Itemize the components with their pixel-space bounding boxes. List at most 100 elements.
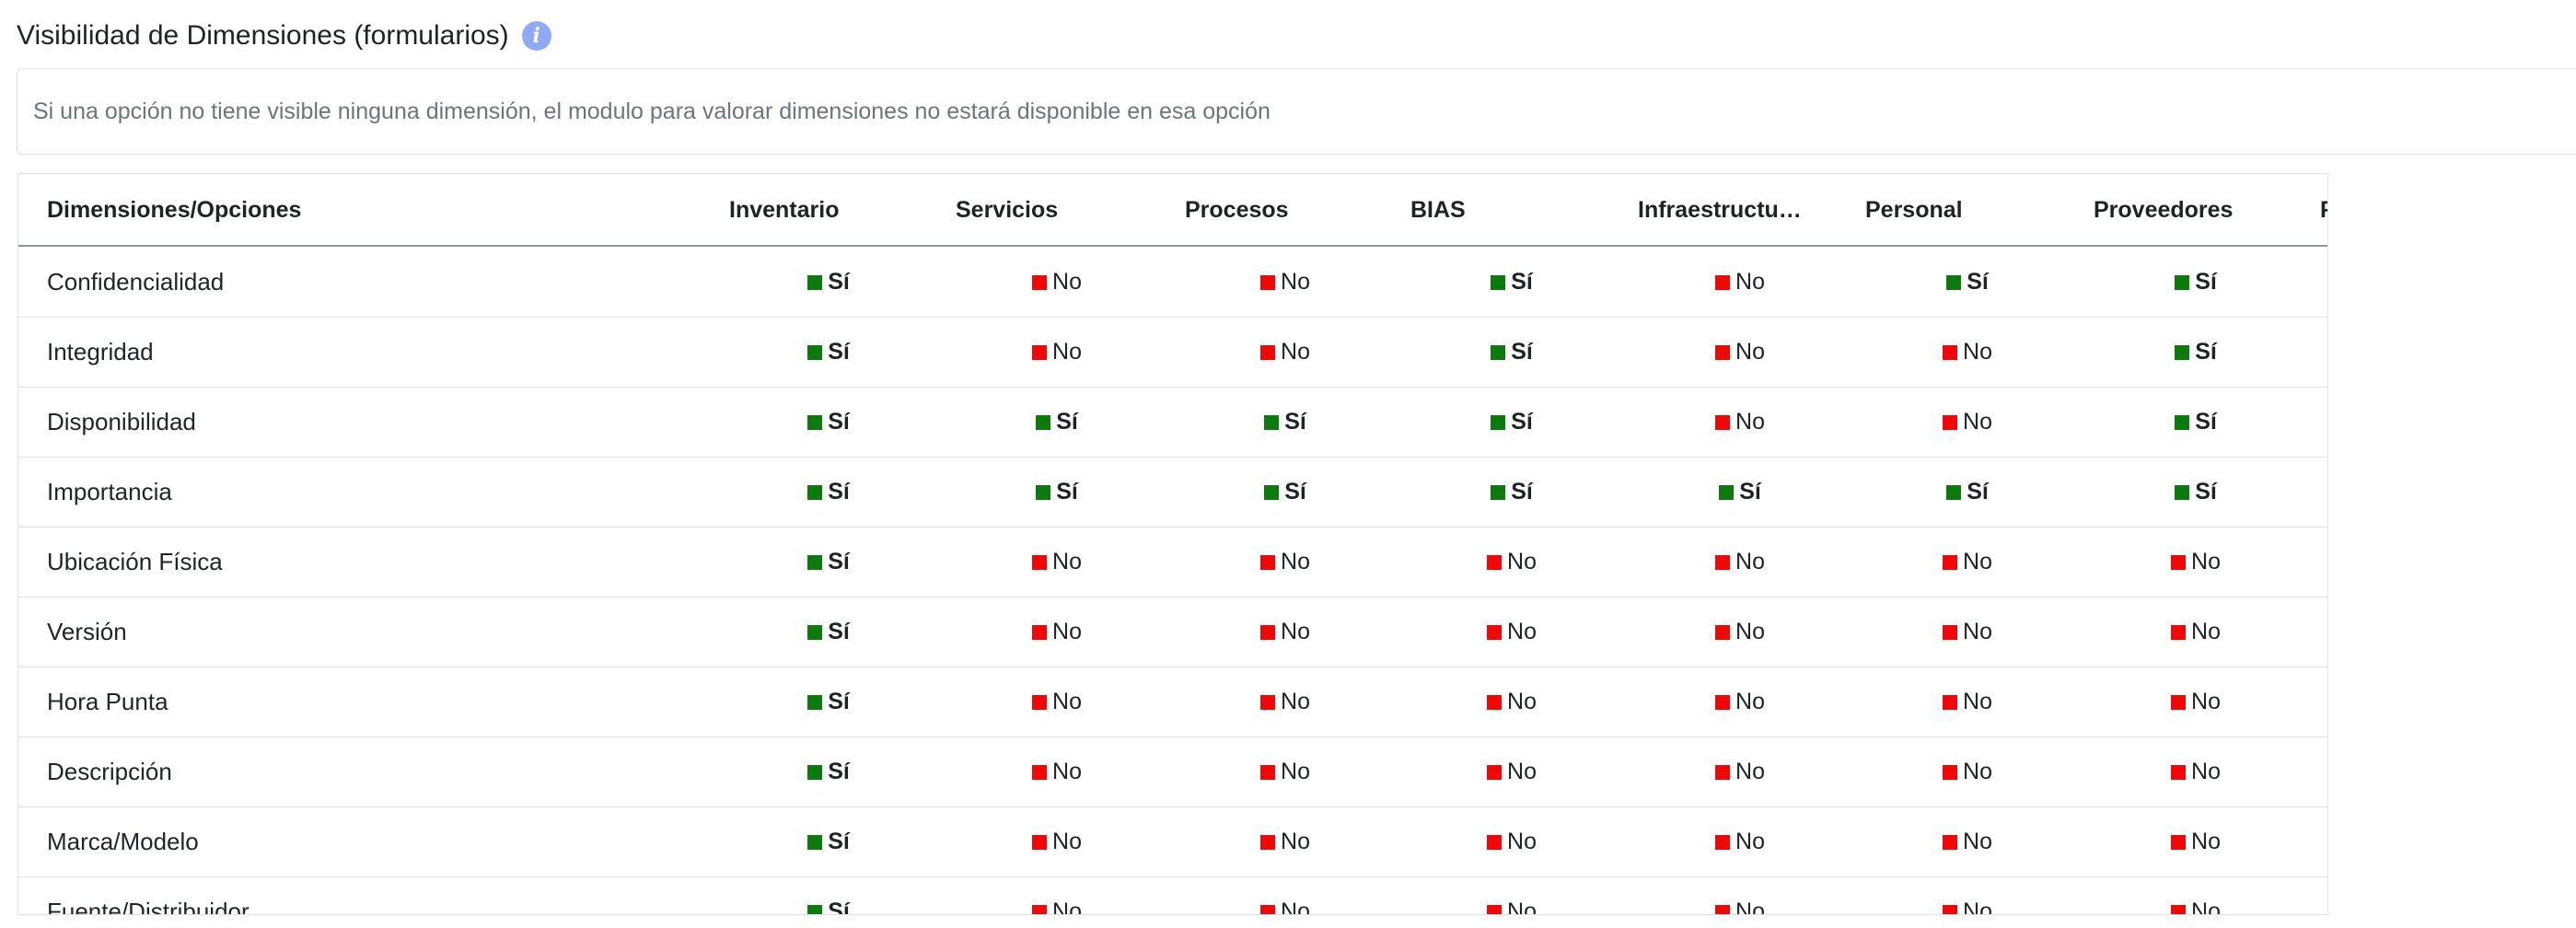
- visibility-no[interactable]: No: [1894, 667, 2041, 737]
- visibility-no[interactable]: No: [1212, 528, 1359, 597]
- visibility-yes[interactable]: Sí: [2122, 458, 2269, 527]
- visibility-no[interactable]: No: [983, 248, 1131, 317]
- visibility-value: Sí: [1967, 269, 1989, 295]
- visibility-value: Sí: [828, 759, 850, 784]
- visibility-yes[interactable]: Sí: [755, 248, 902, 317]
- visibility-no[interactable]: No: [983, 877, 1131, 914]
- visibility-no[interactable]: No: [983, 597, 1131, 667]
- visibility-no[interactable]: No: [1212, 807, 1359, 876]
- visibility-no[interactable]: No: [1894, 318, 2041, 387]
- visibility-no[interactable]: No: [1894, 388, 2041, 457]
- visibility-yes[interactable]: Sí: [755, 877, 902, 914]
- visibility-no[interactable]: No: [1666, 807, 1814, 876]
- header-col-1[interactable]: Servicios: [956, 174, 1058, 247]
- red-square-icon: [1943, 834, 1958, 850]
- visibility-no[interactable]: No: [1894, 807, 2041, 876]
- visibility-no[interactable]: No: [983, 807, 1131, 876]
- visibility-yes[interactable]: Sí: [983, 388, 1131, 457]
- visibility-yes[interactable]: Sí: [2122, 248, 2269, 317]
- red-square-icon: [1487, 554, 1503, 570]
- visibility-no[interactable]: No: [1438, 667, 1585, 737]
- visibility-no[interactable]: No: [1212, 737, 1359, 806]
- visibility-yes[interactable]: Sí: [1438, 248, 1585, 317]
- visibility-no[interactable]: No: [1666, 597, 1814, 667]
- visibility-no[interactable]: No: [983, 318, 1131, 387]
- header-col-6[interactable]: Proveedores: [2094, 174, 2233, 247]
- visibility-value: Sí: [1967, 479, 1989, 505]
- visibility-no[interactable]: No: [1666, 737, 1814, 806]
- visibility-no[interactable]: No: [2122, 667, 2269, 737]
- visibility-no[interactable]: No: [1212, 597, 1359, 667]
- red-square-icon: [1032, 554, 1048, 570]
- visibility-no[interactable]: No: [1894, 877, 2041, 914]
- visibility-no[interactable]: No: [983, 667, 1131, 737]
- visibility-value: Sí: [1511, 409, 1533, 435]
- visibility-yes[interactable]: Sí: [1212, 458, 1359, 527]
- visibility-no[interactable]: No: [2122, 737, 2269, 806]
- visibility-no[interactable]: No: [1666, 388, 1814, 457]
- header-col-2[interactable]: Procesos: [1185, 174, 1289, 247]
- visibility-yes[interactable]: Sí: [755, 667, 902, 737]
- visibility-value: No: [1281, 339, 1310, 365]
- header-col-5[interactable]: Personal: [1865, 174, 1963, 247]
- visibility-no[interactable]: No: [1212, 877, 1359, 914]
- visibility-yes[interactable]: Sí: [983, 458, 1131, 527]
- visibility-no[interactable]: No: [983, 528, 1131, 597]
- red-square-icon: [1715, 834, 1731, 850]
- visibility-yes[interactable]: Sí: [755, 597, 902, 667]
- visibility-no[interactable]: No: [2122, 877, 2269, 914]
- visibility-no[interactable]: No: [1212, 248, 1359, 317]
- header-col-0[interactable]: Inventario: [729, 174, 839, 247]
- visibility-no[interactable]: No: [1894, 737, 2041, 806]
- visibility-yes[interactable]: Sí: [2122, 388, 2269, 457]
- visibility-yes[interactable]: Sí: [755, 807, 902, 876]
- visibility-no[interactable]: No: [1894, 528, 2041, 597]
- visibility-yes[interactable]: Sí: [1212, 388, 1359, 457]
- visibility-no[interactable]: No: [1666, 318, 1814, 387]
- visibility-no[interactable]: No: [1438, 807, 1585, 876]
- visibility-no[interactable]: No: [1666, 528, 1814, 597]
- dimensions-table[interactable]: Dimensiones/Opciones Inventario Servicios…: [17, 173, 2328, 915]
- info-notice: Si una opción no tiene visible ninguna d…: [17, 68, 2576, 155]
- header-col-3[interactable]: BIAS: [1410, 174, 1466, 247]
- visibility-value: No: [1281, 829, 1310, 854]
- red-square-icon: [1943, 904, 1958, 914]
- visibility-yes[interactable]: Sí: [755, 528, 902, 597]
- visibility-no[interactable]: No: [1438, 877, 1585, 914]
- visibility-yes[interactable]: Sí: [2122, 318, 2269, 387]
- visibility-yes[interactable]: Sí: [1438, 388, 1585, 457]
- table-row: Confidencialidad Sí No No Sí No Sí Sí: [18, 248, 2327, 318]
- visibility-yes[interactable]: Sí: [755, 388, 902, 457]
- header-dimensions[interactable]: Dimensiones/Opciones: [47, 174, 301, 247]
- visibility-no[interactable]: No: [1438, 528, 1585, 597]
- visibility-no[interactable]: No: [2122, 807, 2269, 876]
- visibility-no[interactable]: No: [1666, 248, 1814, 317]
- visibility-no[interactable]: No: [1212, 318, 1359, 387]
- visibility-yes[interactable]: Sí: [1666, 458, 1814, 527]
- visibility-no[interactable]: No: [1666, 877, 1814, 914]
- info-icon[interactable]: i: [521, 21, 551, 51]
- visibility-no[interactable]: No: [2122, 528, 2269, 597]
- visibility-value: Sí: [828, 409, 850, 435]
- visibility-yes[interactable]: Sí: [1438, 458, 1585, 527]
- visibility-no[interactable]: No: [1666, 667, 1814, 737]
- visibility-no[interactable]: No: [1438, 737, 1585, 806]
- visibility-yes[interactable]: Sí: [755, 737, 902, 806]
- visibility-no[interactable]: No: [2122, 597, 2269, 667]
- header-col-7[interactable]: F: [2320, 174, 2327, 247]
- header-col-4[interactable]: Infraestructu…: [1638, 174, 1802, 247]
- visibility-yes[interactable]: Sí: [1438, 318, 1585, 387]
- visibility-yes[interactable]: Sí: [755, 318, 902, 387]
- green-square-icon: [807, 834, 823, 850]
- visibility-no[interactable]: No: [1438, 597, 1585, 667]
- visibility-no[interactable]: No: [983, 737, 1131, 806]
- visibility-value: Sí: [1284, 409, 1306, 435]
- visibility-no[interactable]: No: [1212, 667, 1359, 737]
- red-square-icon: [1032, 624, 1048, 640]
- visibility-yes[interactable]: Sí: [755, 458, 902, 527]
- visibility-no[interactable]: No: [1894, 597, 2041, 667]
- visibility-value: Sí: [1056, 409, 1078, 435]
- visibility-yes[interactable]: Sí: [1894, 458, 2041, 527]
- visibility-value: No: [2191, 549, 2221, 574]
- visibility-yes[interactable]: Sí: [1894, 248, 2041, 317]
